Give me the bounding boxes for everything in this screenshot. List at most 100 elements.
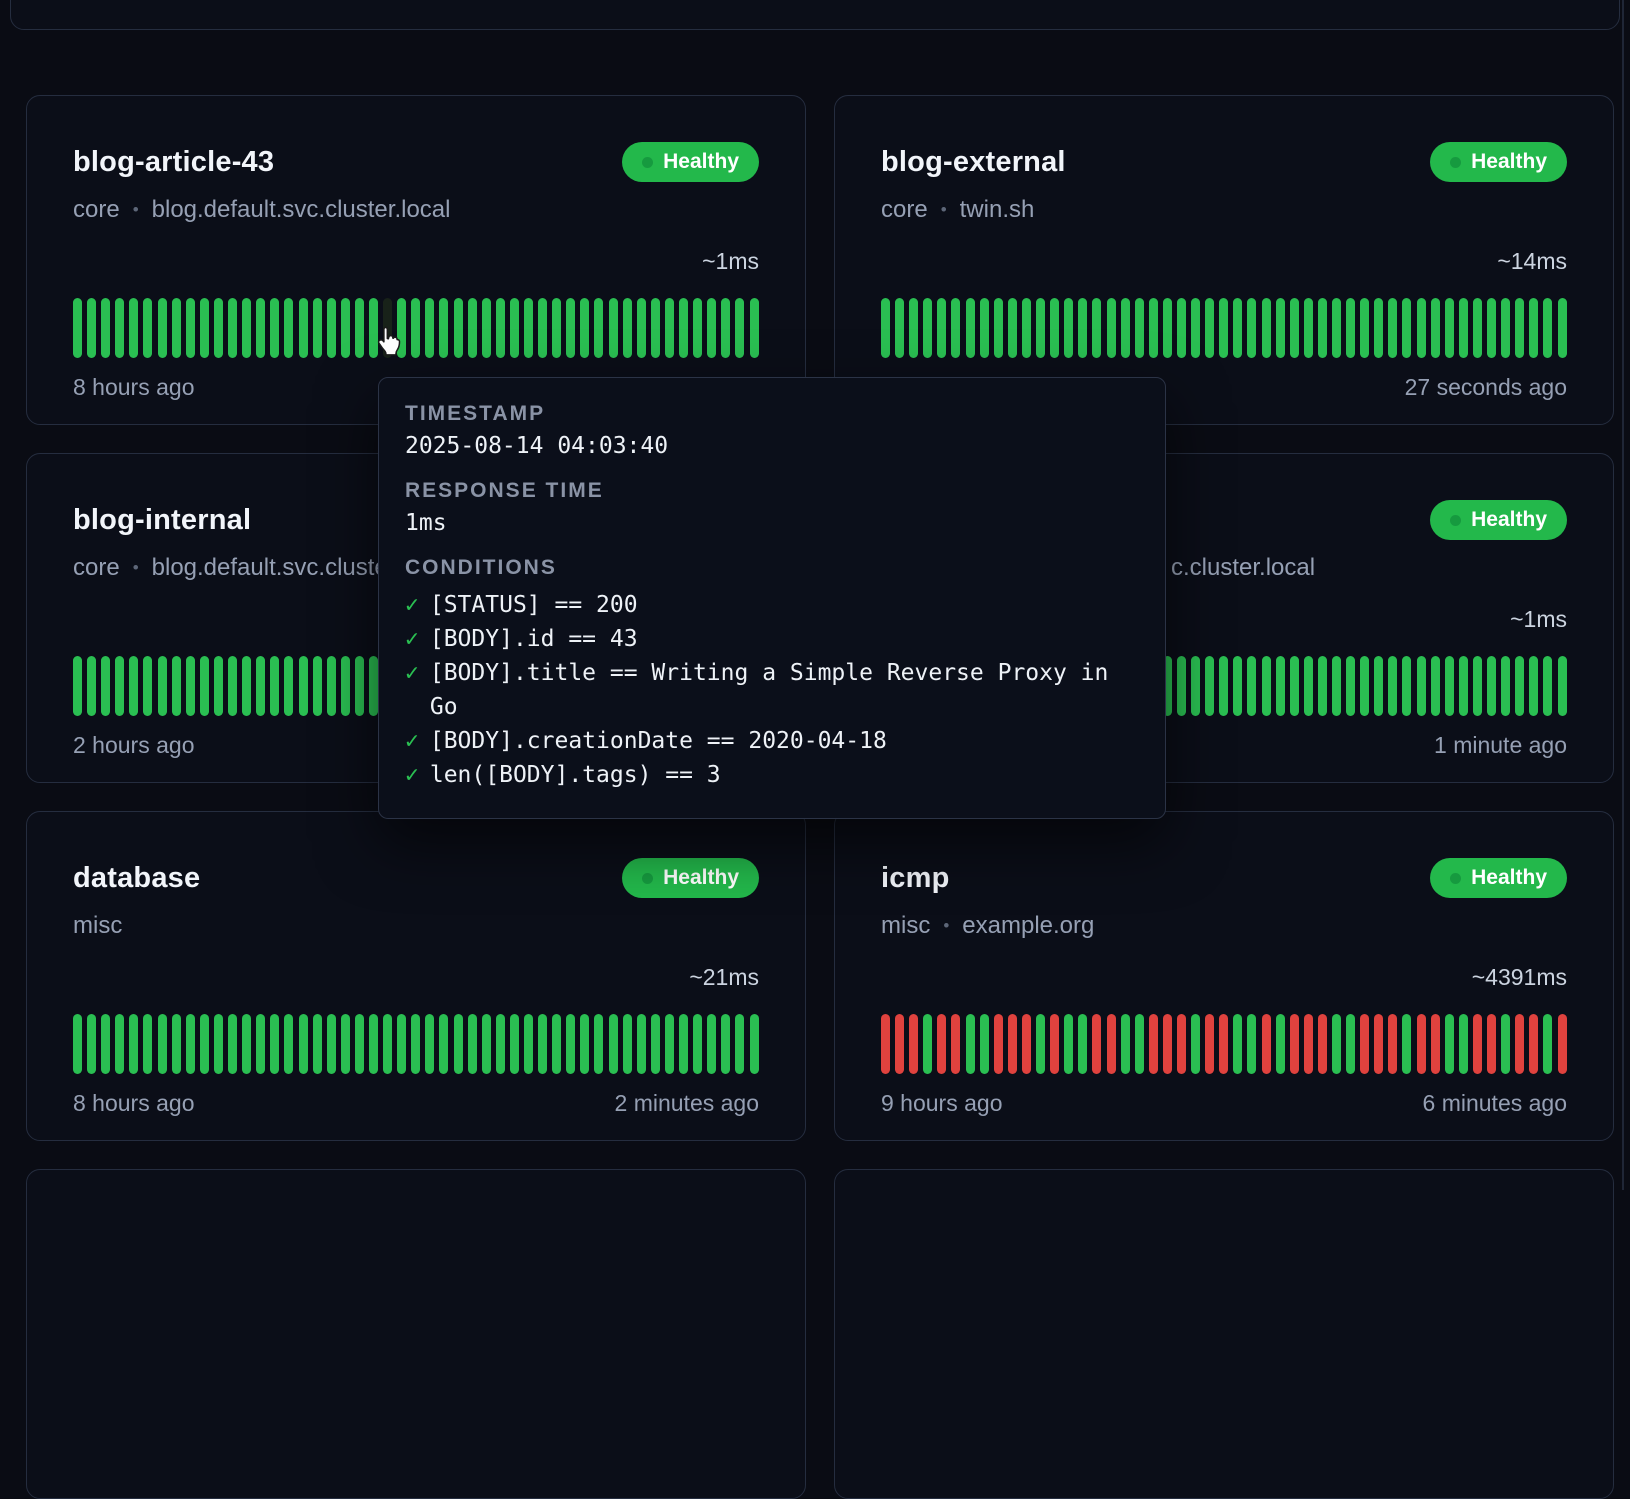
uptime-bar[interactable] [566,1014,575,1074]
uptime-bar[interactable] [1515,298,1524,358]
uptime-bar[interactable] [369,656,378,716]
uptime-bar[interactable] [1290,1014,1299,1074]
uptime-bar[interactable] [1473,656,1482,716]
uptime-bar[interactable] [1318,1014,1327,1074]
uptime-bar[interactable] [1332,1014,1341,1074]
uptime-bars[interactable] [881,298,1567,358]
uptime-bar[interactable] [966,298,975,358]
uptime-bar[interactable] [129,1014,138,1074]
uptime-bar[interactable] [1008,298,1017,358]
uptime-bar[interactable] [454,298,463,358]
uptime-bar[interactable] [242,1014,251,1074]
uptime-bar[interactable] [1022,298,1031,358]
uptime-bar[interactable] [909,298,918,358]
uptime-bar[interactable] [214,1014,223,1074]
uptime-bar[interactable] [1360,656,1369,716]
uptime-bar[interactable] [594,298,603,358]
uptime-bar[interactable] [1346,656,1355,716]
uptime-bar[interactable] [1473,298,1482,358]
uptime-bar[interactable] [284,298,293,358]
uptime-bar[interactable] [172,298,181,358]
uptime-bar[interactable] [895,298,904,358]
uptime-bar[interactable] [172,656,181,716]
uptime-bar[interactable] [552,298,561,358]
uptime-bar[interactable] [1078,1014,1087,1074]
uptime-bar[interactable] [1445,1014,1454,1074]
service-card-blog-external[interactable]: blog-external Healthy core • twin.sh ~14… [834,95,1614,425]
uptime-bar[interactable] [937,1014,946,1074]
uptime-bar[interactable] [594,1014,603,1074]
uptime-bars[interactable] [73,1014,759,1074]
uptime-bar[interactable] [1247,298,1256,358]
uptime-bar[interactable] [1388,656,1397,716]
uptime-bar[interactable] [1360,298,1369,358]
uptime-bar[interactable] [1515,1014,1524,1074]
uptime-bar[interactable] [524,1014,533,1074]
uptime-bar[interactable] [1149,298,1158,358]
uptime-bar[interactable] [1543,656,1552,716]
uptime-bar[interactable] [980,298,989,358]
uptime-bar[interactable] [1515,656,1524,716]
uptime-bar[interactable] [496,298,505,358]
uptime-bar[interactable] [186,656,195,716]
uptime-bar[interactable] [1135,298,1144,358]
uptime-bar[interactable] [693,1014,702,1074]
uptime-bar[interactable] [101,298,110,358]
uptime-bar[interactable] [1262,1014,1271,1074]
uptime-bar[interactable] [1205,298,1214,358]
uptime-bar[interactable] [1417,656,1426,716]
uptime-bar[interactable] [1402,1014,1411,1074]
uptime-bar[interactable] [228,298,237,358]
uptime-bar[interactable] [735,298,744,358]
uptime-bar[interactable] [355,656,364,716]
uptime-bar[interactable] [1529,298,1538,358]
uptime-bar[interactable] [1558,656,1567,716]
uptime-bar[interactable] [341,656,350,716]
uptime-bar[interactable] [355,1014,364,1074]
uptime-bar[interactable] [665,1014,674,1074]
uptime-bar[interactable] [1445,298,1454,358]
uptime-bar[interactable] [1473,1014,1482,1074]
uptime-bar[interactable] [115,298,124,358]
uptime-bar[interactable] [1219,298,1228,358]
uptime-bar[interactable] [1318,298,1327,358]
uptime-bar[interactable] [101,656,110,716]
uptime-bar[interactable] [510,298,519,358]
uptime-bar[interactable] [1459,298,1468,358]
uptime-bar[interactable] [200,298,209,358]
uptime-bar[interactable] [270,656,279,716]
uptime-bar[interactable] [1219,1014,1228,1074]
uptime-bar[interactable] [454,1014,463,1074]
uptime-bar[interactable] [1332,656,1341,716]
uptime-bar[interactable] [1346,298,1355,358]
uptime-bar[interactable] [143,1014,152,1074]
uptime-bar[interactable] [87,298,96,358]
uptime-bar[interactable] [355,298,364,358]
uptime-bar[interactable] [552,1014,561,1074]
uptime-bar[interactable] [1431,1014,1440,1074]
uptime-bar[interactable] [524,298,533,358]
uptime-bar[interactable] [1092,1014,1101,1074]
uptime-bar[interactable] [994,1014,1003,1074]
uptime-bar[interactable] [881,1014,890,1074]
uptime-bar[interactable] [538,298,547,358]
uptime-bar[interactable] [214,298,223,358]
uptime-bar[interactable] [172,1014,181,1074]
uptime-bar[interactable] [1543,1014,1552,1074]
uptime-bar[interactable] [1290,656,1299,716]
uptime-bar[interactable] [1205,656,1214,716]
uptime-bar[interactable] [951,298,960,358]
uptime-bar[interactable] [270,298,279,358]
uptime-bar[interactable] [1191,1014,1200,1074]
uptime-bar[interactable] [242,298,251,358]
uptime-bar[interactable] [735,1014,744,1074]
uptime-bar[interactable] [994,298,1003,358]
uptime-bar[interactable] [1064,1014,1073,1074]
uptime-bar[interactable] [369,1014,378,1074]
uptime-bar[interactable] [327,298,336,358]
uptime-bar[interactable] [1262,656,1271,716]
uptime-bar[interactable] [750,298,759,358]
uptime-bar[interactable] [1487,298,1496,358]
uptime-bar[interactable] [1402,656,1411,716]
uptime-bars[interactable] [73,298,759,358]
